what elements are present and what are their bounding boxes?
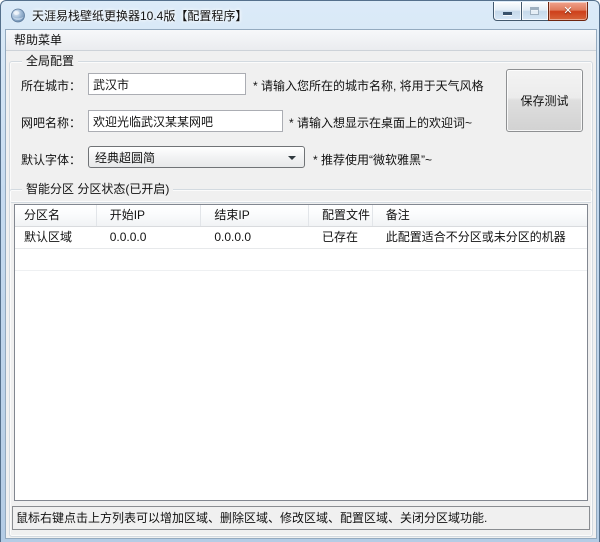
column-header-config-file[interactable]: 配置文件	[309, 205, 373, 226]
cafe-name-label: 网吧名称：	[21, 114, 81, 131]
maximize-icon	[530, 7, 539, 15]
save-test-button[interactable]: 保存测试	[506, 69, 583, 132]
cell-end-ip: 0.0.0.0	[201, 227, 309, 248]
city-hint: * 请输入您所在的城市名称, 将用于天气风格	[253, 77, 484, 94]
minimize-button[interactable]	[493, 2, 522, 21]
cafe-name-input[interactable]	[88, 110, 283, 132]
client-area: 帮助菜单 全局配置 所在城市： * 请输入您所在的城市名称, 将用于天气风格 网…	[5, 29, 597, 539]
close-icon: ✕	[549, 4, 587, 17]
city-input[interactable]	[88, 73, 246, 95]
column-header-start-ip[interactable]: 开始IP	[97, 205, 202, 226]
global-config-legend: 全局配置	[22, 54, 78, 69]
cafe-name-hint: * 请输入想显示在桌面上的欢迎词~	[289, 114, 472, 131]
close-button[interactable]: ✕	[548, 2, 588, 21]
default-font-label: 默认字体：	[21, 151, 81, 168]
listview-header: 分区名 开始IP 结束IP 配置文件 备注	[15, 205, 587, 227]
window-title: 天涯易栈壁纸更换器10.4版【配置程序】	[32, 7, 247, 24]
table-row[interactable]: 默认区域 0.0.0.0 0.0.0.0 已存在 此配置适合不分区或未分区的机器	[15, 227, 587, 249]
default-font-select[interactable]: 经典超圆简	[88, 146, 305, 168]
cell-config-file: 已存在	[309, 227, 373, 248]
cell-note: 此配置适合不分区或未分区的机器	[373, 227, 587, 248]
default-font-hint: * 推荐使用“微软雅黑”~	[313, 151, 432, 168]
partition-listview[interactable]: 分区名 开始IP 结束IP 配置文件 备注 默认区域 0.0.0.0 0.0.0…	[14, 204, 588, 501]
minimize-icon	[503, 12, 512, 15]
column-header-name[interactable]: 分区名	[15, 205, 97, 226]
menubar: 帮助菜单	[6, 30, 596, 51]
app-window: 天涯易栈壁纸更换器10.4版【配置程序】 ✕ 帮助菜单 全局配置 所在城市： *…	[0, 0, 600, 542]
titlebar[interactable]: 天涯易栈壁纸更换器10.4版【配置程序】 ✕	[1, 1, 599, 29]
partition-legend: 智能分区 分区状态(已开启)	[22, 182, 173, 197]
status-tip: 鼠标右键点击上方列表可以增加区域、删除区域、修改区域、配置区域、关闭分区域功能.	[12, 506, 590, 530]
cell-partition-name: 默认区域	[15, 227, 97, 248]
column-header-end-ip[interactable]: 结束IP	[201, 205, 309, 226]
empty-row-gridline	[15, 249, 587, 271]
app-icon	[10, 7, 26, 23]
dropdown-arrow-icon	[288, 156, 296, 160]
menu-item-help[interactable]: 帮助菜单	[6, 29, 71, 51]
default-font-value: 经典超圆简	[95, 149, 155, 166]
maximize-button	[521, 2, 549, 21]
column-header-note[interactable]: 备注	[373, 205, 587, 226]
window-controls: ✕	[493, 2, 588, 21]
cell-start-ip: 0.0.0.0	[97, 227, 202, 248]
city-label: 所在城市：	[21, 77, 81, 94]
